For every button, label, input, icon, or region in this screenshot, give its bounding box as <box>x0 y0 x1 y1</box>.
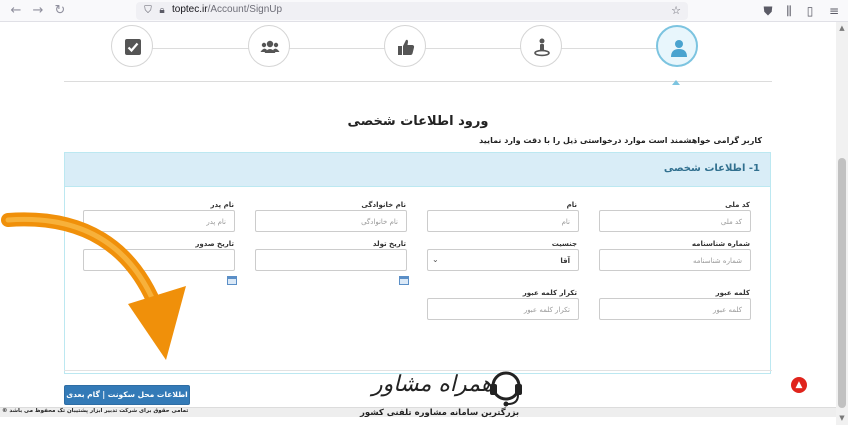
gender-select[interactable]: آقا ⌄ <box>427 249 579 271</box>
thumbs-up-icon <box>398 39 415 55</box>
panel-heading: 1- اطلاعات شخصی <box>65 153 770 187</box>
step-personal-info[interactable] <box>656 25 698 67</box>
user-icon <box>671 40 687 57</box>
calendar-icon[interactable] <box>227 276 237 285</box>
password-input[interactable]: کلمه عبور <box>599 298 751 320</box>
library-icon[interactable]: ⫼ <box>781 3 797 19</box>
first-name-input[interactable]: نام <box>427 210 579 232</box>
signup-page: ورود اطلاعات شخصی کاربر گرامی خواهشمند ا… <box>0 22 836 425</box>
password-repeat-input[interactable]: تکرار کلمه عبور <box>427 298 579 320</box>
browser-toolbar: ← → ↻ ⛉ 🔒︎ toptec.ir/Account/SignUp ☆ ⛊ … <box>0 0 848 22</box>
last-name-label: نام خانوادگی <box>361 201 406 209</box>
steps-divider <box>64 81 772 82</box>
father-name-label: نام پدر <box>210 201 234 209</box>
watermark-brand-name: همراه مشاور <box>372 372 493 397</box>
page-title: ورود اطلاعات شخصی <box>347 114 489 129</box>
bookmark-star-icon[interactable]: ☆ <box>670 5 682 17</box>
calendar-icon[interactable] <box>399 276 409 285</box>
password-label: کلمه عبور <box>715 289 750 297</box>
person-pin-icon <box>534 38 550 57</box>
birth-date-label: تاریخ تولد <box>372 240 406 248</box>
url-text: toptec.ir/Account/SignUp <box>172 4 282 15</box>
footer-copyright: تمامی حقوق برای شرکت تدبیر ابزار پشتیبان… <box>2 408 189 414</box>
password-repeat-label: تکرار کلمه عبور <box>522 289 577 297</box>
users-icon <box>260 40 280 53</box>
annotation-arrow-icon <box>1 212 186 360</box>
reload-icon[interactable]: ↻ <box>52 3 68 19</box>
id-number-label: شماره شناسنامه <box>691 240 750 248</box>
national-code-input[interactable]: کد ملی <box>599 210 751 232</box>
url-host: toptec.ir <box>172 4 208 15</box>
watermark-tagline: بزرگترین سامانه مشاوره تلفنی کشور <box>360 408 520 418</box>
url-path: /Account/SignUp <box>207 4 283 15</box>
scroll-up-arrow-icon[interactable]: ▲ <box>838 24 846 32</box>
national-code-label: کد ملی <box>725 201 750 209</box>
step-confirm[interactable] <box>111 25 153 67</box>
copyright-text: تمامی حقوق برای شرکت تدبیر ابزار پشتیبان… <box>9 408 189 414</box>
shield-icon[interactable]: ⛉ <box>142 5 154 17</box>
gender-selected-value: آقا <box>560 257 570 265</box>
last-name-input[interactable]: نام خانوادگی <box>255 210 407 232</box>
step-location[interactable] <box>520 25 562 67</box>
next-step-button[interactable]: اطلاعات محل سکونت | گام بعدی ❮ <box>64 385 190 417</box>
panel-heading-text: 1- اطلاعات شخصی <box>663 163 760 174</box>
back-arrow-icon[interactable]: ← <box>8 3 24 19</box>
first-name-label: نام <box>566 201 577 209</box>
step-approval[interactable] <box>384 25 426 67</box>
forward-arrow-icon[interactable]: → <box>30 3 46 19</box>
chevron-down-icon: ⌄ <box>432 255 439 264</box>
active-step-pointer <box>672 80 680 85</box>
address-bar[interactable]: ⛉ 🔒︎ toptec.ir/Account/SignUp ☆ <box>136 2 688 20</box>
gender-label: جنسیت <box>551 240 577 248</box>
page-description: کاربر گرامی خواهشمند است موارد درخواستی … <box>479 136 762 145</box>
headset-logo-icon <box>490 371 522 407</box>
lock-icon[interactable]: 🔒︎ <box>156 5 168 17</box>
menu-hamburger-icon[interactable]: ≡ <box>826 3 842 19</box>
page-scrollbar[interactable]: ▲ ▼ <box>836 22 848 425</box>
birth-date-input[interactable] <box>255 249 407 271</box>
scrollbar-thumb[interactable] <box>838 158 846 408</box>
next-step-label: اطلاعات محل سکونت | گام بعدی <box>66 390 188 399</box>
scroll-to-top-button[interactable]: ▲ <box>791 377 807 393</box>
check-square-icon <box>125 39 141 55</box>
id-number-input[interactable]: شماره شناسنامه <box>599 249 751 271</box>
step-group[interactable] <box>248 25 290 67</box>
pocket-icon[interactable]: ⛊ <box>760 3 776 19</box>
scroll-down-arrow-icon[interactable]: ▼ <box>838 414 846 422</box>
arrow-up-icon: ▲ <box>795 380 803 390</box>
sidebar-icon[interactable]: ▯ <box>802 3 818 19</box>
